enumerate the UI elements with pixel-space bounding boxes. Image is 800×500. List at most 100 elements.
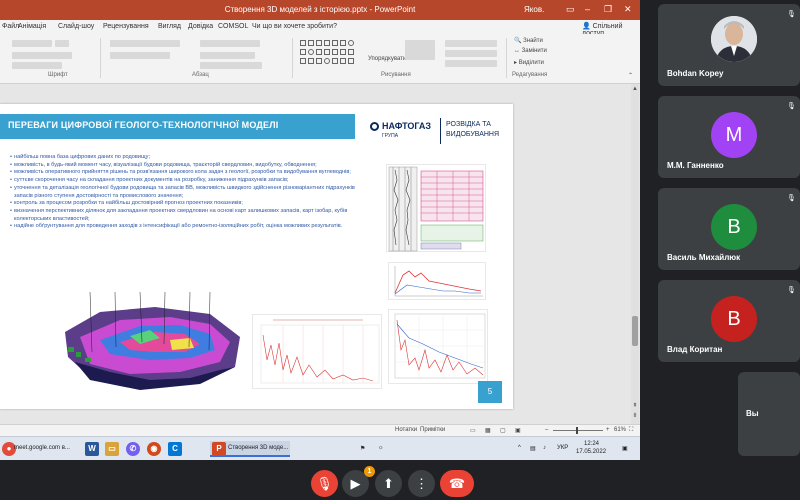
- prev-slide-icon[interactable]: ⇞: [631, 402, 639, 409]
- shape-effects-button[interactable]: [445, 60, 497, 67]
- participant-avatar: В: [711, 296, 757, 342]
- normal-view-icon[interactable]: ▭: [470, 427, 476, 434]
- shared-screen: Створення 3D моделей з історією.pptx - P…: [0, 0, 640, 460]
- reading-view-icon[interactable]: ▢: [500, 427, 506, 434]
- tray-expand-icon[interactable]: ^: [518, 445, 521, 451]
- clock-date[interactable]: 17.05.2022: [576, 449, 606, 455]
- font-style-buttons[interactable]: [12, 52, 72, 59]
- taskbar-chrome-window[interactable]: meet.google.com в...: [14, 445, 70, 451]
- find-button[interactable]: 🔍 Знайти: [514, 37, 543, 44]
- tab-review[interactable]: Рецензування: [103, 23, 149, 30]
- zoom-slider-knob[interactable]: [576, 427, 578, 434]
- participant-tile[interactable]: В 🎙 Василь Михайлюк: [658, 188, 800, 270]
- shape-fill-button[interactable]: [445, 40, 497, 47]
- arrange-button[interactable]: Упорядкувати: [368, 56, 406, 62]
- vertical-scrollbar[interactable]: ▲ ⇞ ⇟: [631, 84, 639, 424]
- font-effects-buttons[interactable]: [12, 62, 62, 69]
- self-name: Вы: [746, 409, 759, 418]
- text-direction-button[interactable]: [200, 40, 260, 47]
- bullet-item: найбільш повна база цифрових даних по ро…: [10, 154, 355, 162]
- taskbar-powerpoint-window[interactable]: P Створення 3D моде...: [210, 441, 290, 457]
- slide-page-number: 5: [478, 381, 502, 403]
- leave-call-button[interactable]: ☎: [440, 470, 474, 497]
- minimize-icon[interactable]: –: [585, 4, 590, 14]
- comments-button[interactable]: Примітки: [420, 427, 445, 433]
- hang-up-icon: ☎: [448, 476, 466, 491]
- tab-animation[interactable]: Анімація: [18, 23, 46, 30]
- participant-avatar: М: [711, 112, 757, 158]
- align-buttons[interactable]: [110, 52, 170, 59]
- slideshow-view-icon[interactable]: ▣: [515, 427, 521, 434]
- more-options-button[interactable]: ⋮: [408, 470, 435, 497]
- scroll-up-icon[interactable]: ▲: [631, 86, 639, 92]
- file-explorer-icon[interactable]: ▭: [105, 442, 119, 456]
- tab-comsol[interactable]: COMSOL: [218, 23, 248, 30]
- zoom-slider[interactable]: [553, 430, 603, 431]
- bullet-item: уточнення та деталізація геологічної буд…: [10, 185, 355, 200]
- viber-icon[interactable]: ✆: [126, 442, 140, 456]
- comsol-icon[interactable]: C: [168, 442, 182, 456]
- tab-view[interactable]: Вигляд: [158, 23, 181, 30]
- zoom-level[interactable]: 61%: [614, 427, 626, 433]
- font-name-box[interactable]: [12, 40, 52, 47]
- list-buttons[interactable]: [110, 40, 180, 47]
- tab-help[interactable]: Довідка: [188, 23, 213, 30]
- group-font: Шрифт: [48, 72, 68, 78]
- clock-time[interactable]: 12:24: [584, 441, 599, 447]
- tab-slideshow[interactable]: Слайд-шоу: [58, 23, 94, 30]
- people-icon[interactable]: ⚑: [360, 445, 365, 452]
- participant-tile[interactable]: 🎙 Bohdan Kopey: [658, 4, 800, 86]
- weather-icon[interactable]: ☼: [378, 445, 384, 451]
- mic-toggle-button[interactable]: 🎙: [311, 470, 338, 497]
- participant-tile[interactable]: М 🎙 М.М. Ганненко: [658, 96, 800, 178]
- slide-bullets: найбільш повна база цифрових даних по ро…: [10, 154, 355, 231]
- quick-styles-button[interactable]: [405, 40, 435, 60]
- present-screen-icon: ⬆: [383, 476, 394, 491]
- powerpoint-statusbar: Нотатки Примітки ▭ ▦ ▢ ▣ – + 61% ⛶: [0, 424, 640, 436]
- select-button[interactable]: ▸ Виділити: [514, 59, 544, 66]
- present-screen-button[interactable]: ⬆: [375, 470, 402, 497]
- close-icon[interactable]: ✕: [624, 4, 632, 15]
- 3d-reservoir-model-image: [60, 291, 245, 392]
- next-slide-icon[interactable]: ⇟: [631, 412, 639, 419]
- input-language[interactable]: УКР: [557, 445, 568, 451]
- firefox-icon[interactable]: ◉: [147, 442, 161, 456]
- user-name[interactable]: Яков.: [524, 5, 544, 14]
- logo-sub: ГРУПА: [382, 133, 399, 139]
- powerpoint-titlebar: Створення 3D моделей з історією.pptx - P…: [0, 0, 640, 20]
- mic-off-icon: 🎙: [316, 476, 333, 491]
- shapes-gallery[interactable]: [298, 38, 360, 68]
- mic-off-icon: 🎙: [787, 195, 796, 202]
- zoom-out-icon[interactable]: –: [545, 427, 548, 433]
- tell-me-search[interactable]: Чи що ви хочете зробити?: [252, 23, 337, 30]
- font-size-box[interactable]: [55, 40, 69, 47]
- notes-button[interactable]: Нотатки: [395, 427, 417, 433]
- more-vert-icon: ⋮: [415, 476, 428, 491]
- align-text-button[interactable]: [200, 52, 255, 59]
- camera-off-icon: ▶: [350, 476, 361, 491]
- find-label: Знайти: [523, 38, 543, 44]
- scrollbar-thumb[interactable]: [632, 316, 638, 346]
- slide-sorter-icon[interactable]: ▦: [485, 427, 491, 434]
- well-log-table-image: [386, 164, 486, 252]
- fit-slide-icon[interactable]: ⛶: [629, 427, 633, 434]
- notifications-icon[interactable]: ▣: [622, 445, 628, 452]
- participant-tile[interactable]: В 🎙 Влад Коритан: [658, 280, 800, 362]
- network-icon[interactable]: ▤: [530, 445, 536, 452]
- zoom-in-icon[interactable]: +: [606, 427, 610, 433]
- self-tile[interactable]: Вы: [738, 372, 800, 456]
- tab-file[interactable]: Файл: [2, 23, 19, 30]
- replace-button[interactable]: ↔ Замінити: [514, 48, 547, 54]
- smartart-button[interactable]: [200, 62, 262, 69]
- bullet-item: контроль за процесом розробки та найбіль…: [10, 200, 355, 208]
- logo-line1: РОЗВІДКА ТА: [446, 121, 491, 128]
- shape-outline-button[interactable]: [445, 50, 497, 57]
- volume-icon[interactable]: ♪: [543, 445, 546, 451]
- select-label: Виділити: [518, 60, 544, 66]
- decline-chart-image: [252, 314, 382, 389]
- maximize-icon[interactable]: ❐: [604, 4, 612, 15]
- ribbon-options-icon[interactable]: ▭: [566, 4, 575, 15]
- slide-canvas[interactable]: ПЕРЕВАГИ ЦИФРОВОЇ ГЕОЛОГО-ТЕХНОЛОГІЧНОЇ …: [0, 104, 513, 409]
- word-icon[interactable]: W: [85, 442, 99, 456]
- collapse-ribbon-icon[interactable]: ⌃: [628, 72, 633, 79]
